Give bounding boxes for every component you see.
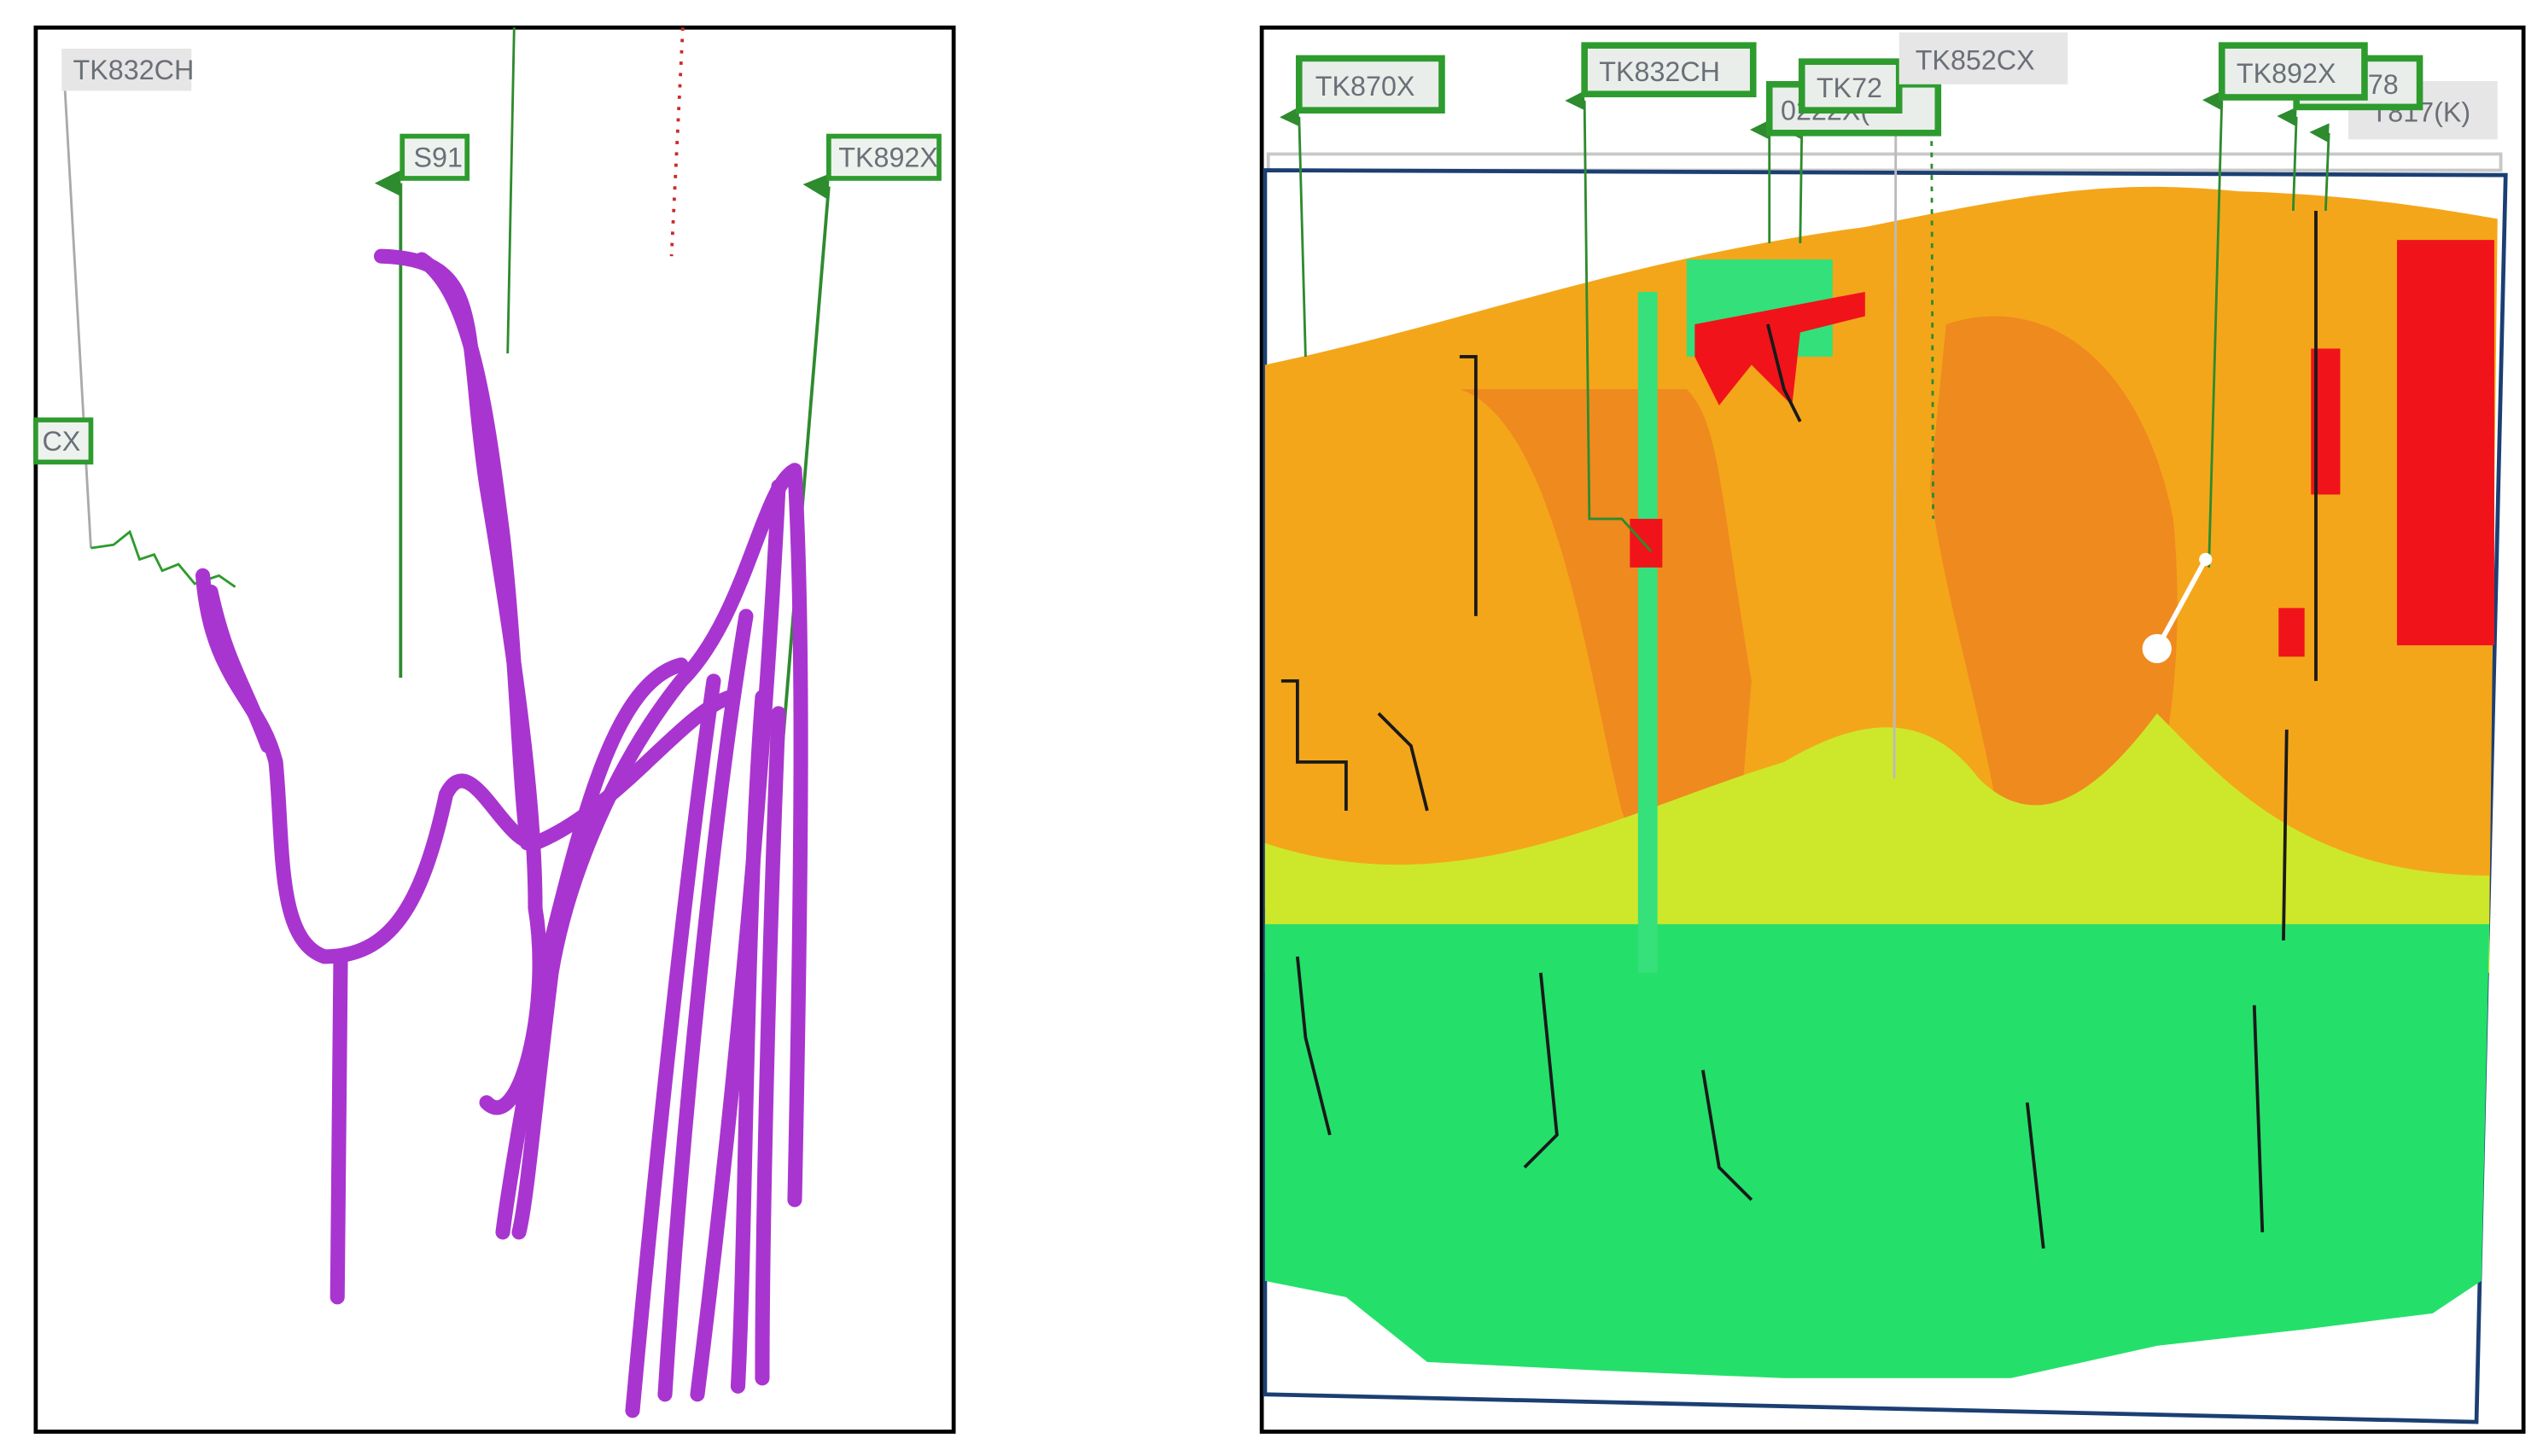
figure: TK832CH S91 TK892X CX TK870X TK832CH TK7… bbox=[33, 25, 2526, 1434]
property-red-patch bbox=[1630, 518, 1663, 568]
svg-text:TK892X: TK892X bbox=[2237, 58, 2336, 89]
pointer-anchor[interactable] bbox=[2199, 552, 2213, 567]
well-line-tk852cx bbox=[1893, 80, 1898, 778]
label-tk892x[interactable]: TK892X bbox=[2218, 42, 2368, 101]
property-red-patch bbox=[2396, 240, 2494, 646]
svg-text:CX: CX bbox=[42, 426, 80, 457]
svg-text:TK892X: TK892X bbox=[838, 143, 938, 173]
pointer-handle[interactable] bbox=[2142, 633, 2172, 664]
property-red-patch bbox=[2278, 608, 2305, 657]
svg-text:S91: S91 bbox=[414, 143, 463, 173]
label-tk832ch[interactable]: TK832CH bbox=[1581, 42, 1757, 97]
label-tk870x[interactable]: TK870X bbox=[1295, 55, 1445, 114]
label-tk852cx[interactable]: TK852CX bbox=[1899, 32, 2068, 84]
left-panel-frame bbox=[33, 25, 956, 1434]
property-green-column bbox=[1637, 291, 1658, 973]
label-s91[interactable]: S91 bbox=[400, 133, 470, 181]
svg-text:TK852CX: TK852CX bbox=[1916, 45, 2035, 76]
left-3d-well-view[interactable]: TK832CH S91 TK892X CX bbox=[33, 25, 956, 1434]
svg-text:TK832CH: TK832CH bbox=[73, 55, 195, 85]
svg-text:78: 78 bbox=[2368, 69, 2399, 100]
svg-text:TK870X: TK870X bbox=[1315, 71, 1415, 102]
label-tk892x[interactable]: TK892X bbox=[826, 133, 942, 181]
label-tk832ch[interactable]: TK832CH bbox=[61, 48, 195, 91]
svg-text:TK72: TK72 bbox=[1817, 73, 1882, 103]
label-tk72-partial[interactable]: TK72 bbox=[1798, 58, 1903, 114]
svg-text:TK832CH: TK832CH bbox=[1599, 56, 1720, 87]
right-3d-property-grid-view[interactable]: TK870X 0222X( TK832CH TK72 TK852CX T817(… bbox=[1259, 25, 2526, 1434]
property-green-zone bbox=[1264, 923, 2490, 1378]
label-cx-partial[interactable]: CX bbox=[33, 417, 94, 465]
